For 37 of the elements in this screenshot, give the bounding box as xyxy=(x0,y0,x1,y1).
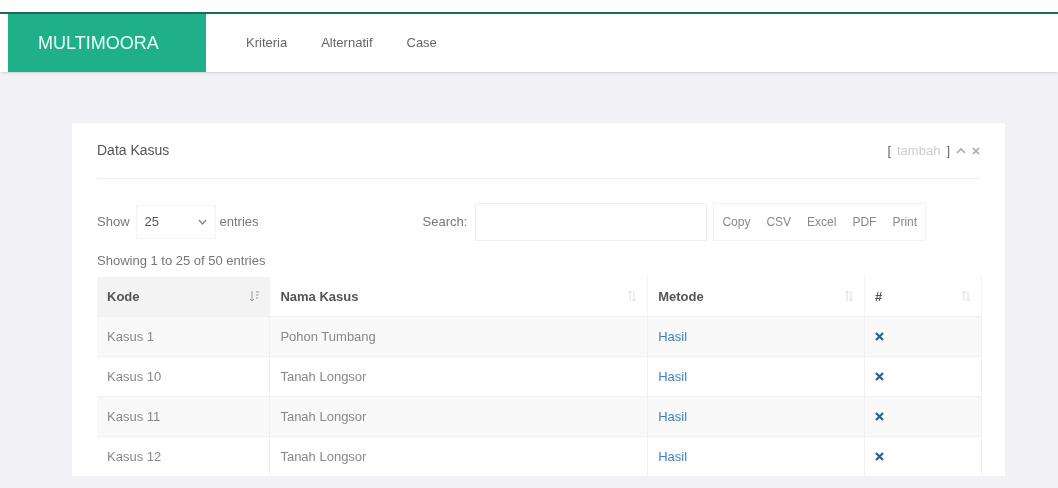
sort-icon xyxy=(962,290,971,303)
delete-icon[interactable] xyxy=(875,372,885,381)
chevron-down-icon xyxy=(197,219,207,225)
table-cell: Kasus 1 xyxy=(97,316,270,357)
table-info: Showing 1 to 25 of 50 entries xyxy=(97,252,267,270)
delete-icon[interactable] xyxy=(875,412,885,421)
sort-icon xyxy=(845,290,855,303)
result-link[interactable]: Hasil xyxy=(658,408,688,424)
table-cell: Kasus 12 xyxy=(97,436,270,476)
search-label: Search: xyxy=(422,213,468,232)
sort-icon xyxy=(250,290,260,303)
delete-icon[interactable] xyxy=(875,332,885,341)
table-cell: Tanah Longsor xyxy=(269,436,648,476)
sort-icon xyxy=(628,290,638,303)
table-cell: Pohon Tumbang xyxy=(269,316,648,357)
entries-label: entries xyxy=(219,213,259,232)
brand-title[interactable]: MULTIMOORA xyxy=(8,14,206,72)
column-header[interactable]: Metode xyxy=(647,276,865,317)
show-label: Show xyxy=(97,213,130,232)
card-title: Data Kasus xyxy=(97,141,170,160)
result-link[interactable]: Hasil xyxy=(658,368,688,384)
table-cell: Tanah Longsor xyxy=(269,356,648,397)
nav-link[interactable]: Case xyxy=(406,33,437,53)
nav-link[interactable]: Kriteria xyxy=(246,33,288,53)
column-header[interactable]: Nama Kasus xyxy=(269,276,648,317)
bracket-text: ] xyxy=(946,141,950,160)
bracket-text: [ xyxy=(887,141,891,160)
table-cell: Kasus 10 xyxy=(97,356,270,397)
entries-select[interactable]: 25 xyxy=(135,205,216,239)
column-header[interactable]: # xyxy=(864,276,982,317)
table-cell: Tanah Longsor xyxy=(269,396,648,437)
delete-icon[interactable] xyxy=(875,452,885,462)
result-link[interactable]: Hasil xyxy=(658,449,688,464)
column-header[interactable]: Kode xyxy=(97,276,270,317)
nav-link[interactable]: Alternatif xyxy=(321,33,373,53)
result-link[interactable]: Hasil xyxy=(658,328,688,344)
table-cell: Kasus 11 xyxy=(97,396,270,437)
